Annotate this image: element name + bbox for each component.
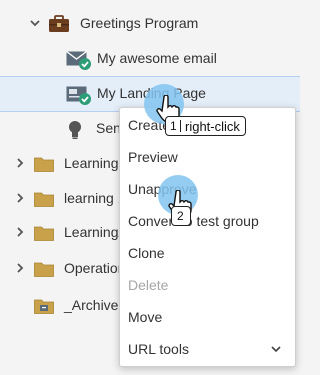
lightbulb-icon xyxy=(69,121,81,139)
tree-item-label: My awesome email xyxy=(97,50,217,66)
email-approved-icon xyxy=(66,51,91,70)
menu-item-preview[interactable]: Preview xyxy=(120,141,295,173)
folder-icon xyxy=(34,192,54,207)
tree-item-label: learning 1 xyxy=(64,190,126,206)
chevron-down-icon[interactable] xyxy=(28,16,42,30)
menu-item-label: Move xyxy=(128,309,163,325)
menu-item-move[interactable]: Move xyxy=(120,301,295,333)
folder-icon xyxy=(34,157,54,172)
menu-item-convert-to-test-group[interactable]: Convert to test group xyxy=(120,205,295,237)
badge-divider xyxy=(180,120,181,132)
briefcase-icon xyxy=(49,15,69,32)
tree-item-label: Greetings Program xyxy=(80,15,199,31)
menu-item-label: Clone xyxy=(128,245,165,261)
chevron-down-icon xyxy=(271,346,281,353)
context-menu: Create Preview Unapprove Convert to test… xyxy=(119,107,296,367)
step-2-badge: 2 xyxy=(171,206,191,226)
step-number: 1 xyxy=(170,119,177,133)
menu-item-label: Delete xyxy=(128,277,169,293)
folder-icon xyxy=(34,226,54,241)
tree-item-email[interactable]: My awesome email xyxy=(0,42,300,76)
step-1-badge: 1 right-click xyxy=(165,116,246,136)
chevron-right-icon[interactable] xyxy=(13,261,27,275)
tree-item-label: _Archive xyxy=(64,297,119,313)
menu-item-delete: Delete xyxy=(120,269,295,301)
menu-item-label: Preview xyxy=(128,149,178,165)
landing-page-approved-icon xyxy=(66,86,91,105)
chevron-right-icon[interactable] xyxy=(13,191,27,205)
chevron-right-icon[interactable] xyxy=(13,225,27,239)
menu-item-unapprove[interactable]: Unapprove xyxy=(120,173,295,205)
archive-folder-icon xyxy=(34,299,54,314)
step-number: 2 xyxy=(177,209,184,223)
menu-item-clone[interactable]: Clone xyxy=(120,237,295,269)
menu-item-url-tools[interactable]: URL tools xyxy=(120,333,295,365)
tree-item-label: Learning xyxy=(64,155,119,171)
tree-item-greetings-program[interactable]: Greetings Program xyxy=(0,7,300,41)
folder-icon xyxy=(34,262,54,277)
menu-item-label: URL tools xyxy=(128,341,189,357)
tree-item-label: Operation xyxy=(64,260,126,276)
menu-item-label: Convert to test group xyxy=(128,213,259,229)
step-instruction: right-click xyxy=(185,119,240,134)
chevron-right-icon[interactable] xyxy=(13,156,27,170)
